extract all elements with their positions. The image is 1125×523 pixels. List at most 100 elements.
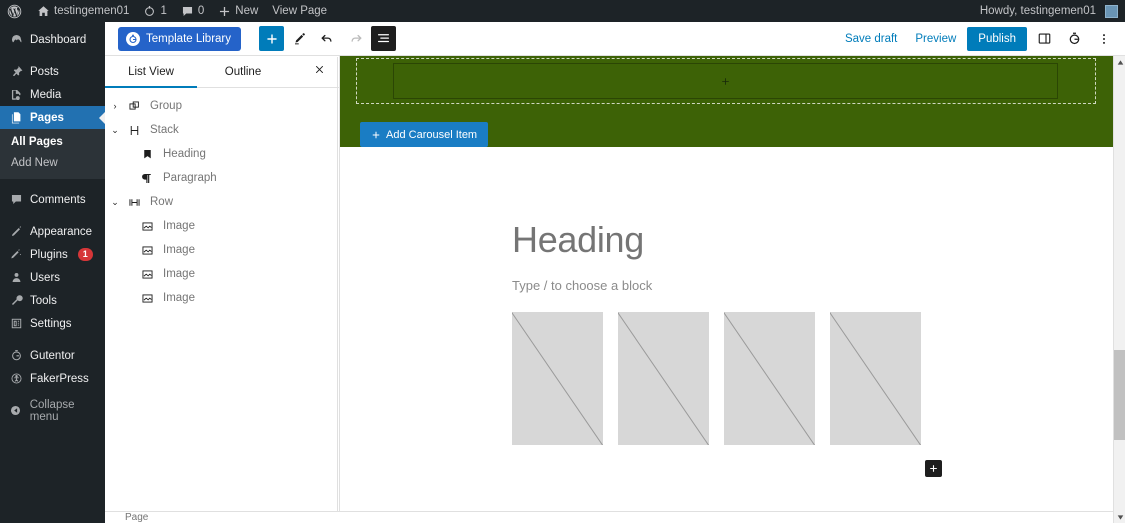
view-page-label: View Page — [272, 5, 328, 17]
gutentor-settings-button[interactable] — [1061, 26, 1087, 52]
avatar — [1105, 4, 1118, 18]
tab-outline[interactable]: Outline — [197, 56, 289, 88]
redo-button[interactable] — [343, 26, 368, 51]
plus-icon — [218, 5, 231, 18]
undo-button[interactable] — [315, 26, 340, 51]
breadcrumb[interactable]: Page — [105, 512, 148, 523]
site-name-button[interactable]: testingemen01 — [30, 0, 136, 22]
comment-icon — [9, 193, 23, 206]
close-list-view-button[interactable] — [314, 64, 330, 80]
stack-block-icon — [125, 124, 143, 137]
admin-sidebar-menu: Dashboard Posts Media Pages All Pages Ad… — [0, 22, 106, 523]
image-block-icon — [138, 292, 156, 305]
sidebar-item-dashboard[interactable]: Dashboard — [0, 28, 105, 51]
scrollbar-thumb[interactable] — [1114, 350, 1125, 440]
sidebar-item-users[interactable]: Users — [0, 266, 105, 289]
tree-item-heading[interactable]: Heading — [105, 142, 339, 166]
editor-options-button[interactable] — [1091, 26, 1117, 52]
submenu-item-all-pages[interactable]: All Pages — [0, 132, 105, 153]
tree-item-image[interactable]: Image — [105, 238, 339, 262]
caret-down-icon — [1117, 514, 1124, 521]
sidebar-item-label: Collapse menu — [29, 398, 75, 423]
revisions-button[interactable]: 1 — [136, 0, 173, 22]
paragraph-block-icon — [138, 172, 156, 185]
tree-item-stack[interactable]: ⌄ Stack — [105, 118, 339, 142]
publish-button[interactable]: Publish — [967, 26, 1027, 51]
carousel-item-placeholder[interactable] — [393, 63, 1058, 99]
heading-block-placeholder[interactable]: Heading — [512, 219, 644, 261]
wrench-icon — [9, 294, 23, 307]
tree-item-image[interactable]: Image — [105, 214, 339, 238]
sidebar-item-posts[interactable]: Posts — [0, 60, 105, 83]
tree-item-group[interactable]: › Group — [105, 94, 339, 118]
template-library-button[interactable]: Template Library — [118, 26, 242, 51]
caret-up-icon — [1117, 59, 1124, 66]
image-block-icon — [138, 244, 156, 257]
gutentor-icon — [9, 349, 23, 362]
sidebar-item-settings[interactable]: Settings — [0, 312, 105, 335]
tab-label: List View — [128, 65, 174, 78]
save-draft-button[interactable]: Save draft — [836, 27, 906, 51]
carousel-section[interactable]: Add Carousel Item — [340, 56, 1113, 147]
wordpress-logo-button[interactable] — [0, 0, 30, 22]
plus-icon — [371, 130, 381, 140]
preview-button[interactable]: Preview — [906, 27, 965, 51]
sidebar-item-comments[interactable]: Comments — [0, 188, 105, 211]
sidebar-item-media[interactable]: Media — [0, 83, 105, 106]
settings-icon — [9, 317, 23, 330]
sidebar-item-collapse-menu[interactable]: Collapse menu — [0, 398, 105, 423]
sidebar-item-label: Gutentor — [30, 349, 75, 362]
preview-label: Preview — [915, 32, 957, 45]
add-block-button[interactable] — [259, 26, 285, 51]
tree-item-image[interactable]: Image — [105, 286, 339, 310]
gutentor-icon — [126, 31, 140, 46]
row-block-icon — [125, 196, 143, 209]
comments-button[interactable]: 0 — [174, 0, 211, 22]
submenu-item-label: Add New — [11, 157, 58, 169]
plus-icon — [720, 76, 731, 87]
updates-icon — [143, 5, 156, 18]
ellipsis-vertical-icon — [1097, 32, 1111, 46]
settings-sidebar-toggle-button[interactable] — [1031, 26, 1057, 52]
undo-arrow-icon — [320, 31, 335, 46]
brush-icon — [9, 225, 23, 238]
add-carousel-item-label: Add Carousel Item — [386, 128, 478, 141]
submenu-item-add-new[interactable]: Add New — [0, 153, 105, 174]
tab-list-view[interactable]: List View — [105, 56, 197, 88]
image-block-icon — [138, 268, 156, 281]
group-block-icon — [125, 100, 143, 113]
add-carousel-item-button[interactable]: Add Carousel Item — [360, 122, 489, 147]
sidebar-item-plugins[interactable]: Plugins 1 — [0, 243, 105, 266]
image-placeholder[interactable] — [830, 312, 921, 445]
list-view-toggle-button[interactable] — [371, 26, 397, 51]
sidebar-item-fakerpress[interactable]: FakerPress — [0, 367, 105, 390]
image-placeholder[interactable] — [512, 312, 603, 445]
image-placeholder[interactable] — [724, 312, 815, 445]
edit-tools-button[interactable] — [287, 26, 312, 51]
save-draft-label: Save draft — [844, 32, 898, 45]
sidebar-item-appearance[interactable]: Appearance — [0, 220, 105, 243]
block-appender-button[interactable] — [925, 460, 942, 477]
paragraph-block-placeholder[interactable]: Type / to choose a block — [512, 278, 652, 293]
image-placeholder[interactable] — [618, 312, 709, 445]
scroll-down-button[interactable] — [1114, 511, 1125, 523]
chevron-down-icon[interactable]: ⌄ — [105, 197, 125, 208]
tree-item-image[interactable]: Image — [105, 262, 339, 286]
chevron-right-icon[interactable]: › — [105, 101, 125, 111]
pencil-icon — [292, 31, 307, 46]
my-account-button[interactable]: Howdy, testingemen01 — [973, 0, 1125, 22]
sidebar-item-pages[interactable]: Pages — [0, 106, 106, 129]
chevron-down-icon[interactable]: ⌄ — [105, 125, 125, 136]
pin-icon — [9, 65, 23, 78]
sidebar-item-label: Users — [30, 271, 61, 284]
new-content-button[interactable]: New — [211, 0, 265, 22]
sidebar-item-gutentor[interactable]: Gutentor — [0, 344, 105, 367]
view-page-button[interactable]: View Page — [265, 0, 334, 22]
tree-item-paragraph[interactable]: Paragraph — [105, 166, 339, 190]
scroll-up-button[interactable] — [1114, 56, 1125, 68]
canvas-scrollbar[interactable] — [1113, 56, 1125, 523]
sidebar-item-label: FakerPress — [30, 372, 89, 385]
sidebar-panel-icon — [1037, 31, 1052, 46]
sidebar-item-tools[interactable]: Tools — [0, 289, 105, 312]
tree-item-row[interactable]: ⌄ Row — [105, 190, 339, 214]
